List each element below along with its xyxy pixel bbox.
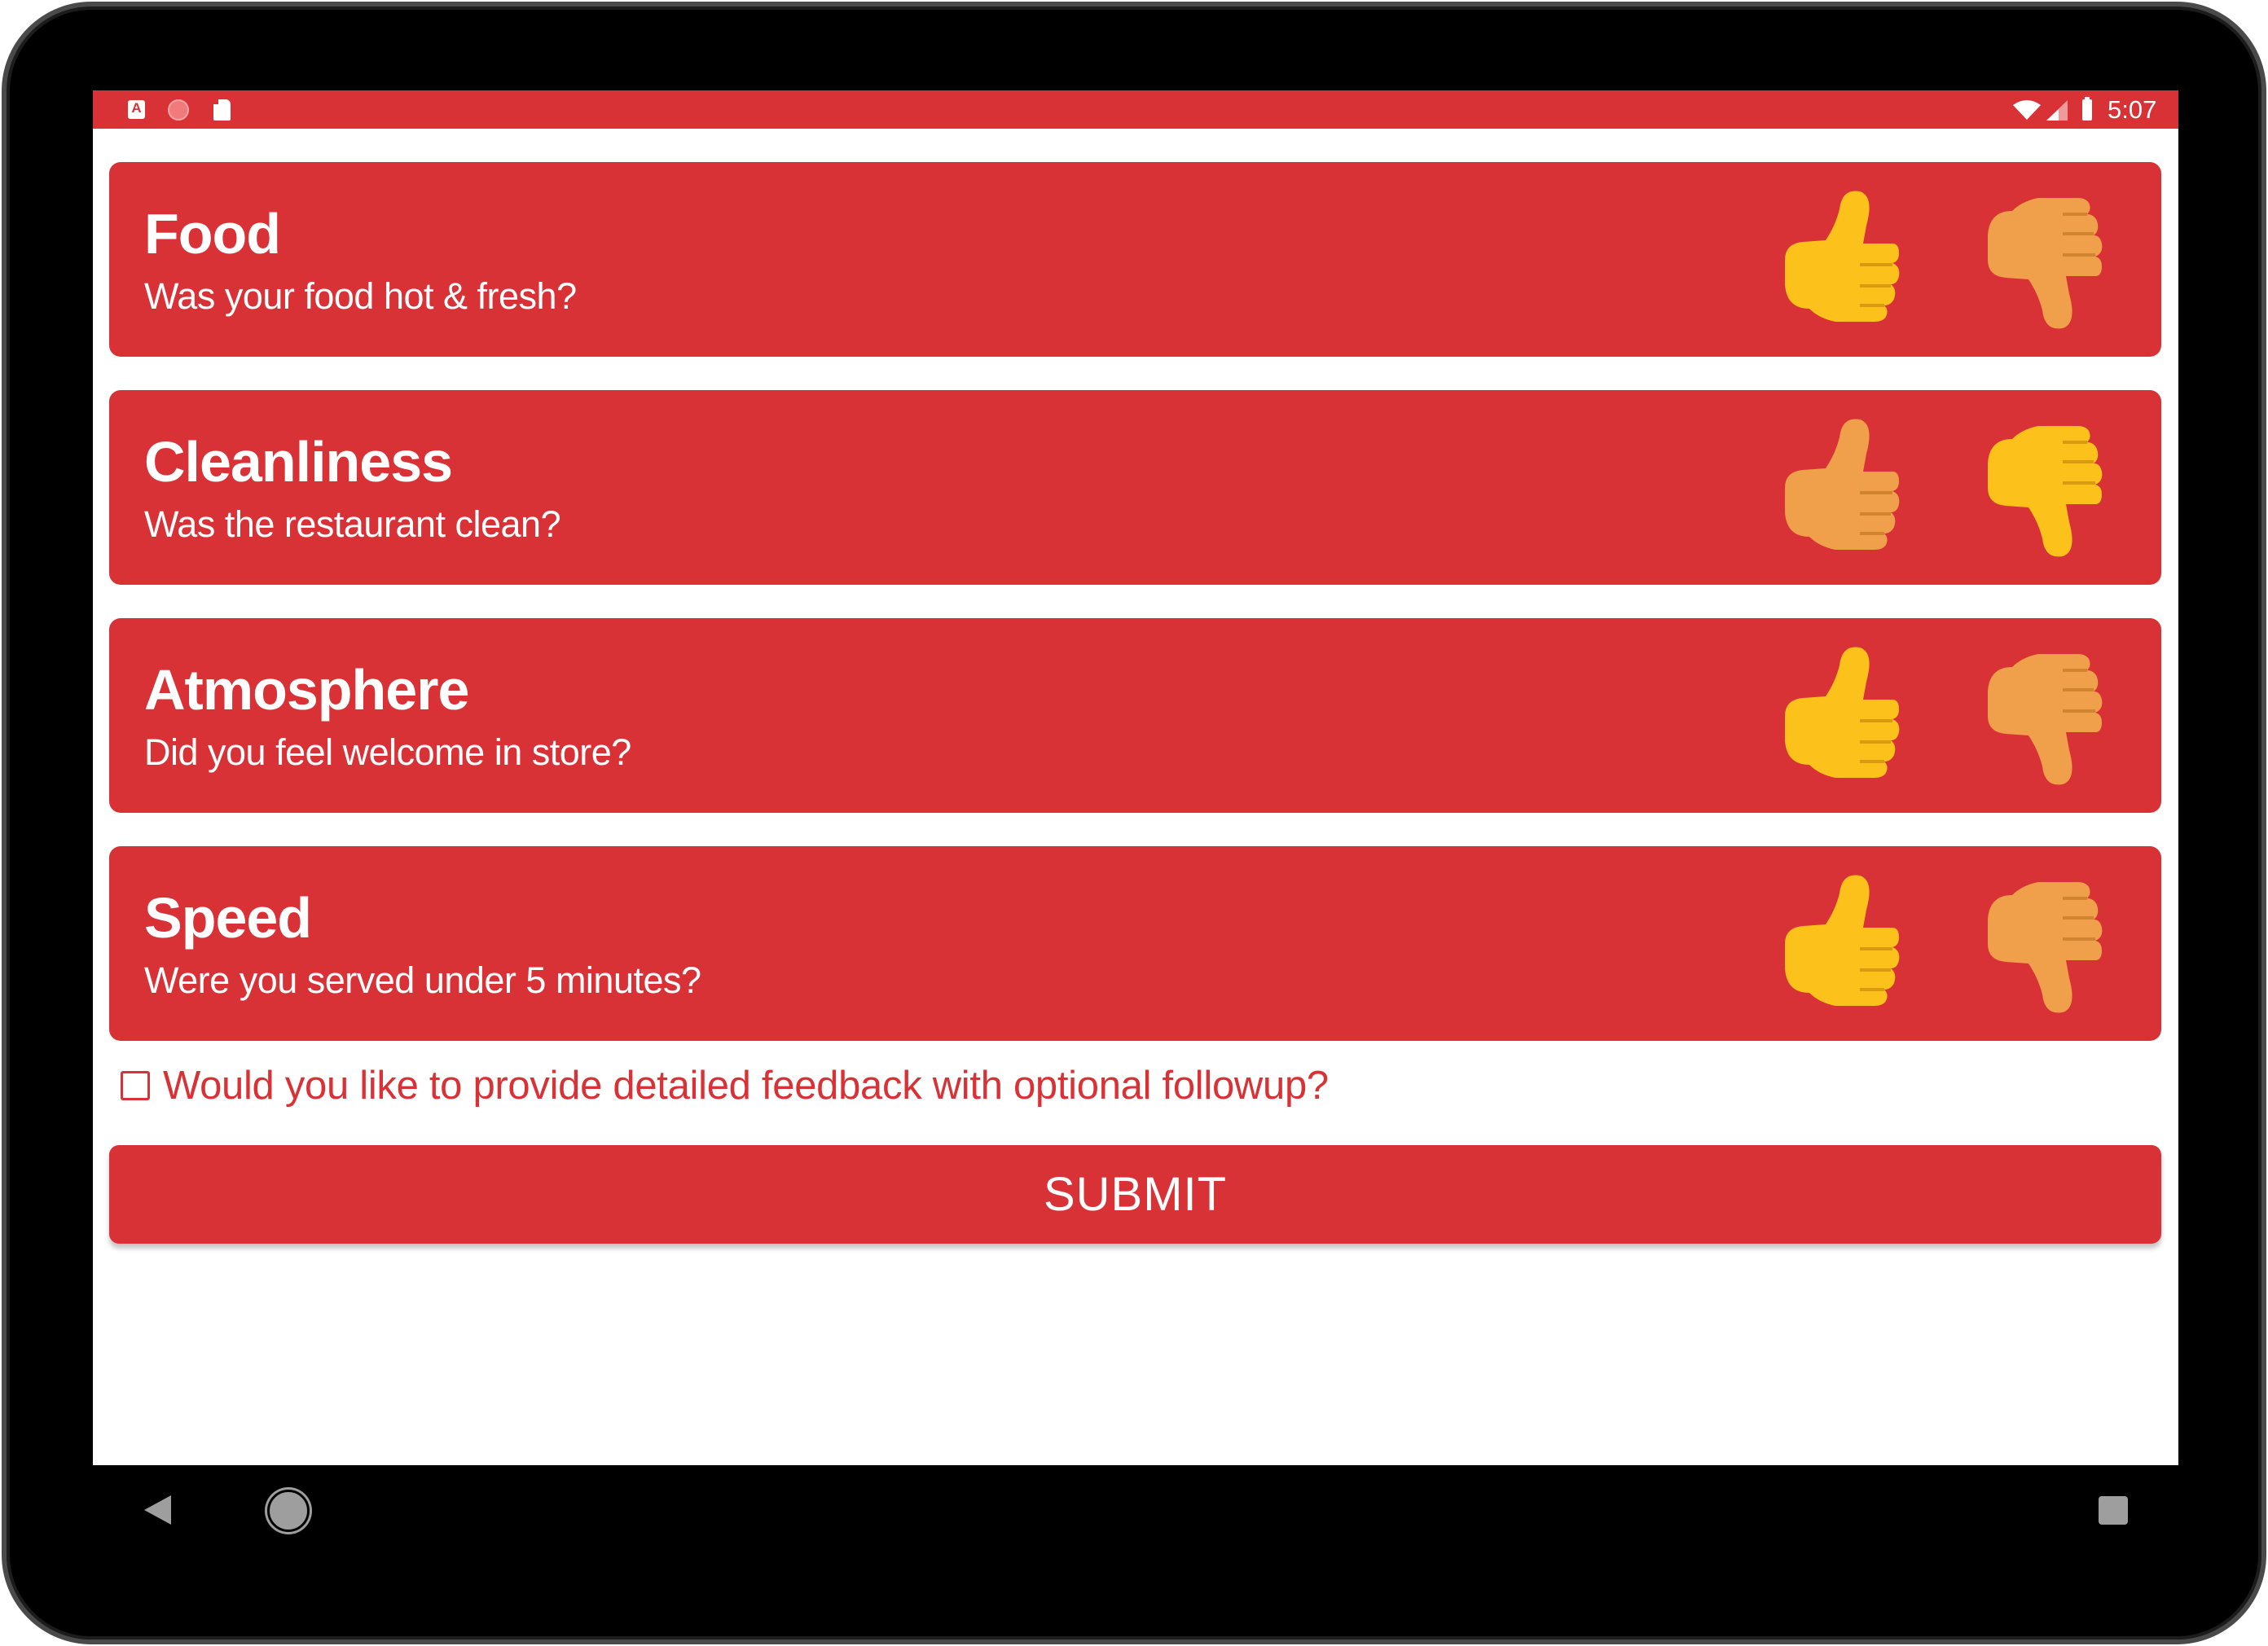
question-subtitle: Did you feel welcome in store?	[144, 731, 631, 773]
thumbs-down-icon	[1988, 654, 2103, 785]
battery-icon	[2082, 97, 2092, 121]
thumbs-down-icon	[1988, 426, 2103, 557]
home-icon[interactable]	[267, 1490, 310, 1532]
question-title: Atmosphere	[144, 658, 469, 722]
app-screen: A 5:07 Food Was your food hot & fresh? C…	[93, 90, 2178, 1465]
thumbs-down-button[interactable]	[1981, 879, 2112, 1017]
question-title: Speed	[144, 886, 312, 950]
question-title: Cleanliness	[144, 430, 453, 494]
screen-record-icon	[168, 99, 189, 121]
status-time: 5:07	[2108, 95, 2157, 124]
thumbs-up-icon	[1785, 191, 1900, 322]
signal-icon	[2046, 100, 2068, 121]
thumbs-down-icon	[1988, 198, 2103, 329]
sd-card-icon	[213, 99, 231, 121]
question-subtitle: Was your food hot & fresh?	[144, 275, 577, 317]
detailed-feedback-label[interactable]: Would you like to provide detailed feedb…	[163, 1063, 1329, 1108]
thumbs-up-icon	[1785, 419, 1900, 550]
question-title: Food	[144, 202, 281, 266]
thumbs-up-icon	[1785, 647, 1900, 778]
thumbs-down-button[interactable]	[1981, 195, 2112, 333]
question-card-food: Food Was your food hot & fresh?	[109, 162, 2161, 357]
thumbs-down-button[interactable]	[1981, 651, 2112, 789]
submit-button[interactable]: SUBMIT	[109, 1145, 2161, 1244]
thumbs-up-button[interactable]	[1778, 643, 1909, 781]
recent-apps-icon[interactable]	[2099, 1496, 2128, 1525]
detailed-feedback-checkbox[interactable]	[121, 1071, 150, 1100]
thumbs-up-button[interactable]	[1778, 415, 1909, 553]
question-card-speed: Speed Were you served under 5 minutes?	[109, 846, 2161, 1041]
back-icon[interactable]	[144, 1495, 171, 1525]
question-card-cleanliness: Cleanliness Was the restaurant clean?	[109, 390, 2161, 585]
question-subtitle: Was the restaurant clean?	[144, 503, 561, 545]
question-subtitle: Were you served under 5 minutes?	[144, 959, 701, 1001]
thumbs-down-icon	[1988, 882, 2103, 1013]
wifi-icon	[2013, 100, 2041, 120]
thumbs-up-button[interactable]	[1778, 187, 1909, 325]
question-card-atmosphere: Atmosphere Did you feel welcome in store…	[109, 618, 2161, 813]
thumbs-up-button[interactable]	[1778, 871, 1909, 1009]
status-bar: A 5:07	[93, 90, 2178, 129]
thumbs-up-icon	[1785, 875, 1900, 1006]
thumbs-down-button[interactable]	[1981, 423, 2112, 561]
keyboard-a-icon: A	[128, 100, 145, 119]
detailed-feedback-option[interactable]: Would you like to provide detailed feedb…	[121, 1064, 1329, 1108]
